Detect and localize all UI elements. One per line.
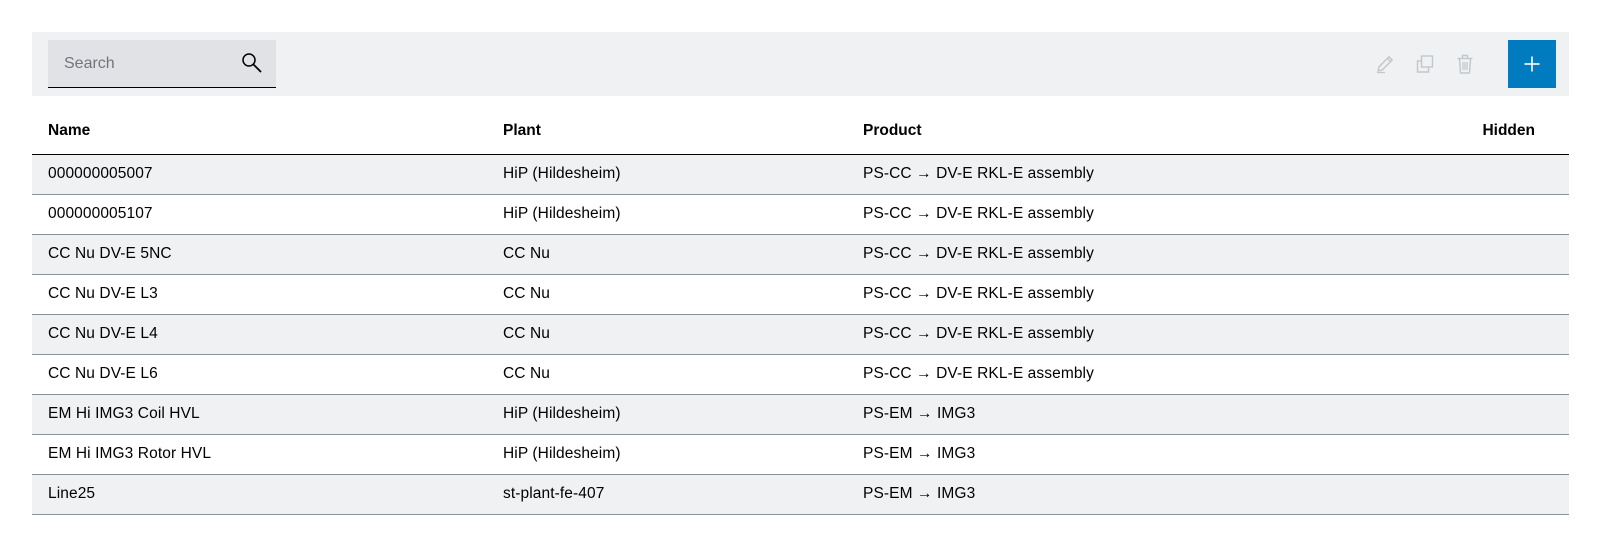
cell-hidden [1347, 314, 1569, 355]
data-table: Name Plant Product Hidden 000000005007 H… [32, 108, 1569, 515]
table-row[interactable]: EM Hi IMG3 Coil HVL HiP (Hildesheim) PS-… [32, 394, 1569, 435]
search-box [48, 40, 276, 88]
table-row[interactable]: CC Nu DV-E L4 CC Nu PS-CC → DV-E RKL-E a… [32, 314, 1569, 355]
cell-plant: st-plant-fe-407 [487, 474, 847, 515]
cell-product: PS-CC → DV-E RKL-E assembly [847, 314, 1347, 355]
column-header-name[interactable]: Name [32, 108, 487, 155]
table-row[interactable]: CC Nu DV-E L6 CC Nu PS-CC → DV-E RKL-E a… [32, 354, 1569, 395]
toolbar [32, 32, 1569, 96]
plus-icon [1524, 56, 1540, 72]
cell-hidden [1347, 234, 1569, 275]
cell-hidden [1347, 354, 1569, 395]
cell-plant: HiP (Hildesheim) [487, 394, 847, 435]
table-row[interactable]: 000000005007 HiP (Hildesheim) PS-CC → DV… [32, 154, 1569, 195]
table-row[interactable]: EM Hi IMG3 Rotor HVL HiP (Hildesheim) PS… [32, 434, 1569, 475]
cell-hidden [1347, 274, 1569, 315]
cell-product: PS-CC → DV-E RKL-E assembly [847, 354, 1347, 395]
table-header-row: Name Plant Product Hidden [32, 108, 1569, 155]
column-header-product[interactable]: Product [847, 108, 1347, 155]
cell-product: PS-CC → DV-E RKL-E assembly [847, 154, 1347, 195]
page: Name Plant Product Hidden 000000005007 H… [0, 0, 1599, 554]
pencil-icon[interactable] [1373, 52, 1397, 76]
cell-name: CC Nu DV-E 5NC [32, 234, 487, 275]
trash-icon[interactable] [1453, 52, 1477, 76]
cell-name: 000000005007 [32, 154, 487, 195]
cell-product: PS-EM → IMG3 [847, 474, 1347, 515]
column-header-plant[interactable]: Plant [487, 108, 847, 155]
add-button[interactable] [1508, 40, 1556, 88]
cell-plant: HiP (Hildesheim) [487, 434, 847, 475]
cell-plant: CC Nu [487, 274, 847, 315]
cell-name: EM Hi IMG3 Rotor HVL [32, 434, 487, 475]
cell-hidden [1347, 394, 1569, 435]
cell-plant: CC Nu [487, 354, 847, 395]
cell-hidden [1347, 194, 1569, 235]
cell-product: PS-CC → DV-E RKL-E assembly [847, 274, 1347, 315]
search-icon[interactable] [240, 51, 264, 75]
cell-hidden [1347, 154, 1569, 195]
table-row[interactable]: Line25 st-plant-fe-407 PS-EM → IMG3 [32, 474, 1569, 515]
cell-plant: CC Nu [487, 314, 847, 355]
copy-icon[interactable] [1413, 52, 1437, 76]
cell-plant: HiP (Hildesheim) [487, 154, 847, 195]
table-row[interactable]: CC Nu DV-E L3 CC Nu PS-CC → DV-E RKL-E a… [32, 274, 1569, 315]
cell-name: EM Hi IMG3 Coil HVL [32, 394, 487, 435]
cell-product: PS-EM → IMG3 [847, 434, 1347, 475]
cell-name: CC Nu DV-E L4 [32, 314, 487, 355]
cell-plant: HiP (Hildesheim) [487, 194, 847, 235]
cell-name: CC Nu DV-E L6 [32, 354, 487, 395]
search-input[interactable] [48, 40, 228, 87]
cell-name: Line25 [32, 474, 487, 515]
cell-plant: CC Nu [487, 234, 847, 275]
cell-name: CC Nu DV-E L3 [32, 274, 487, 315]
table-row[interactable]: 000000005107 HiP (Hildesheim) PS-CC → DV… [32, 194, 1569, 235]
cell-product: PS-CC → DV-E RKL-E assembly [847, 234, 1347, 275]
cell-name: 000000005107 [32, 194, 487, 235]
cell-hidden [1347, 474, 1569, 515]
column-header-hidden[interactable]: Hidden [1347, 108, 1569, 155]
cell-hidden [1347, 434, 1569, 475]
cell-product: PS-CC → DV-E RKL-E assembly [847, 194, 1347, 235]
cell-product: PS-EM → IMG3 [847, 394, 1347, 435]
table-row[interactable]: CC Nu DV-E 5NC CC Nu PS-CC → DV-E RKL-E … [32, 234, 1569, 275]
